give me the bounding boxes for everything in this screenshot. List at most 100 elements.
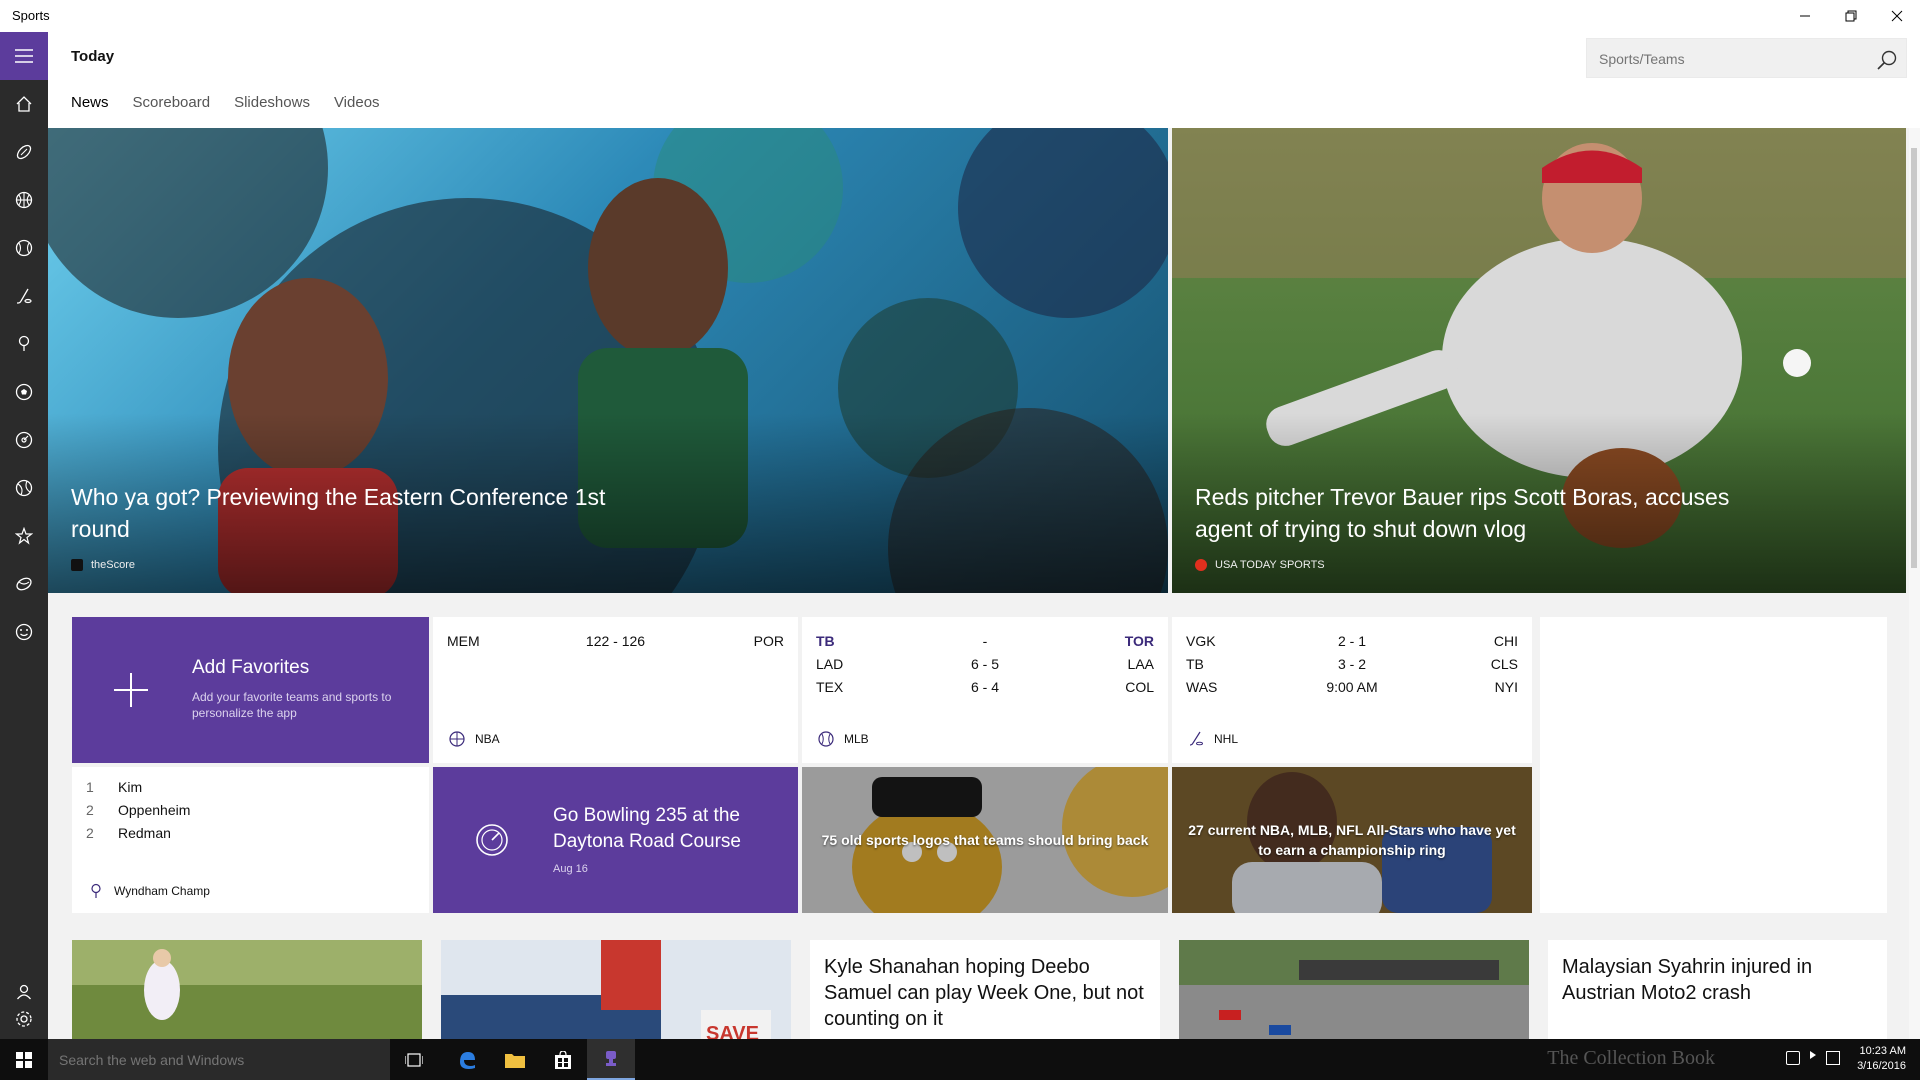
search-icon <box>1877 50 1897 70</box>
tab-news[interactable]: News <box>71 94 109 111</box>
player-name: Redman <box>118 825 171 841</box>
team-away: TB <box>1186 656 1204 672</box>
basketball-icon <box>15 191 33 209</box>
golf-leaderboard-tile[interactable]: 1 Kim 2 Oppenheim 2 Redman Wyndham Champ <box>72 767 429 913</box>
player-name: Kim <box>118 779 143 795</box>
leaderboard-event: Wyndham Champ <box>88 883 210 899</box>
score-tile-nba[interactable]: MEM 122 - 126 POR NBA <box>433 617 798 763</box>
team-home: CLS <box>1490 656 1518 672</box>
clock-time: 10:23 AM <box>1859 1045 1906 1057</box>
hockey-icon <box>17 288 32 304</box>
score-tile-mlb[interactable]: TB - TOR LAD 6 - 5 LAA TEX 6 - 4 COL MLB <box>802 617 1168 763</box>
svg-text:SAVE: SAVE <box>706 1023 759 1039</box>
network-icon[interactable] <box>1786 1051 1800 1065</box>
file-explorer-icon <box>505 1053 525 1068</box>
team-home: COL <box>1125 679 1154 695</box>
nav-home[interactable] <box>0 80 48 128</box>
bottom-card-race[interactable] <box>1179 940 1529 1039</box>
close-button[interactable] <box>1874 0 1920 32</box>
hamburger-menu-button[interactable] <box>0 32 48 80</box>
bottom-card-golf[interactable] <box>72 940 422 1039</box>
nav-settings[interactable] <box>0 1007 48 1030</box>
game-score: 122 - 126 <box>585 633 646 649</box>
story-tile-all-stars[interactable]: 27 current NBA, MLB, NFL All-Stars who h… <box>1172 767 1532 913</box>
thescore-logo-icon <box>71 559 83 571</box>
hamburger-icon <box>15 49 33 63</box>
hero-story-trevor-bauer[interactable]: Reds pitcher Trevor Bauer rips Scott Bor… <box>1172 128 1906 593</box>
hero-source-name: theScore <box>91 559 136 571</box>
story-caption: 27 current NBA, MLB, NFL All-Stars who h… <box>1188 822 1516 858</box>
hockey-icon <box>1189 731 1203 746</box>
taskbar-clock[interactable]: 10:23 AM 3/16/2016 <box>1857 1044 1906 1074</box>
nav-baseball[interactable] <box>0 224 48 272</box>
taskbar-store-button[interactable] <box>539 1039 587 1080</box>
bottom-card-protest[interactable]: SAVE <box>441 940 791 1039</box>
close-icon <box>1891 10 1903 22</box>
left-navigation-rail <box>0 32 48 1039</box>
nav-basketball[interactable] <box>0 176 48 224</box>
settings-icon <box>16 1010 32 1027</box>
windows-taskbar: The Collection Book 10:23 AM 3/16/2016 <box>0 1039 1920 1080</box>
story-caption: 75 old sports logos that teams should br… <box>821 832 1149 848</box>
taskbar-sports-app-button[interactable] <box>587 1039 635 1080</box>
start-button[interactable] <box>0 1039 48 1080</box>
taskbar-search-input[interactable] <box>59 1050 379 1070</box>
bottom-card-shanahan[interactable]: Kyle Shanahan hoping Deebo Samuel can pl… <box>810 940 1160 1039</box>
task-view-button[interactable] <box>390 1039 438 1080</box>
game-score: - <box>982 633 988 649</box>
empty-tile <box>1540 617 1887 913</box>
page-header: Today News Scoreboard Slideshows Videos <box>48 32 1920 128</box>
hero-source: USA TODAY SPORTS <box>1195 559 1325 571</box>
nav-hockey[interactable] <box>0 272 48 320</box>
search-button[interactable] <box>1876 49 1898 71</box>
nav-favorites[interactable] <box>0 512 48 560</box>
add-favorites-tile[interactable]: Add Favorites Add your favorite teams an… <box>72 617 429 763</box>
hero-source: theScore <box>71 559 135 571</box>
nav-rugby[interactable] <box>0 560 48 608</box>
tab-scoreboard[interactable]: Scoreboard <box>133 94 211 111</box>
restore-button[interactable] <box>1828 0 1874 32</box>
tab-videos[interactable]: Videos <box>334 94 380 111</box>
game-score: 9:00 AM <box>1326 679 1378 695</box>
edge-browser-icon <box>460 1051 475 1069</box>
nav-tennis[interactable] <box>0 464 48 512</box>
restore-icon <box>1845 10 1857 22</box>
rugby-icon <box>16 577 32 591</box>
bottom-card-moto2[interactable]: Malaysian Syahrin injured in Austrian Mo… <box>1548 940 1887 1039</box>
section-tabs: News Scoreboard Slideshows Videos <box>71 94 380 111</box>
game-score: 6 - 5 <box>970 656 999 672</box>
tab-slideshows[interactable]: Slideshows <box>234 94 310 111</box>
cortana-search <box>48 1039 390 1080</box>
racing-event-tile[interactable]: Go Bowling 235 at the Daytona Road Cours… <box>433 767 798 913</box>
basketball-icon <box>449 731 465 747</box>
minimize-button[interactable] <box>1782 0 1828 32</box>
volume-icon[interactable] <box>1810 1051 1816 1059</box>
nav-football[interactable] <box>0 128 48 176</box>
notifications-icon[interactable] <box>1826 1051 1840 1065</box>
league-name: NBA <box>475 732 500 746</box>
score-tile-nhl[interactable]: VGK 2 - 1 CHI TB 3 - 2 CLS WAS 9:00 AM N… <box>1172 617 1532 763</box>
league-label: NHL <box>1188 731 1238 747</box>
nav-golf[interactable] <box>0 320 48 368</box>
score-row: TB - TOR <box>816 633 1154 656</box>
nav-soccer[interactable] <box>0 368 48 416</box>
baseball-icon <box>15 239 33 257</box>
watermark-text: The Collection Book <box>1547 1047 1715 1069</box>
hero-headline: Reds pitcher Trevor Bauer rips Scott Bor… <box>1195 484 1730 542</box>
story-tile-old-logos[interactable]: 75 old sports logos that teams should br… <box>802 767 1168 913</box>
story-headline: Kyle Shanahan hoping Deebo Samuel can pl… <box>824 956 1144 1030</box>
taskbar-file-explorer-button[interactable] <box>491 1039 539 1080</box>
team-home: LAA <box>1127 656 1154 672</box>
scrollbar-thumb[interactable] <box>1911 148 1917 568</box>
system-tray <box>1786 1051 1840 1065</box>
nav-more-sports[interactable] <box>0 608 48 656</box>
story-image-protest: SAVE <box>441 940 791 1039</box>
team-away: MEM <box>447 633 480 649</box>
title-bar: Sports <box>0 0 1920 32</box>
hero-story-eastern-conference[interactable]: Who ya got? Previewing the Eastern Confe… <box>48 128 1168 593</box>
page-title: Today <box>71 48 115 65</box>
search-input[interactable] <box>1599 49 1869 69</box>
vertical-scrollbar[interactable] <box>1909 128 1920 1039</box>
taskbar-edge-button[interactable] <box>443 1039 491 1080</box>
nav-racing[interactable] <box>0 416 48 464</box>
